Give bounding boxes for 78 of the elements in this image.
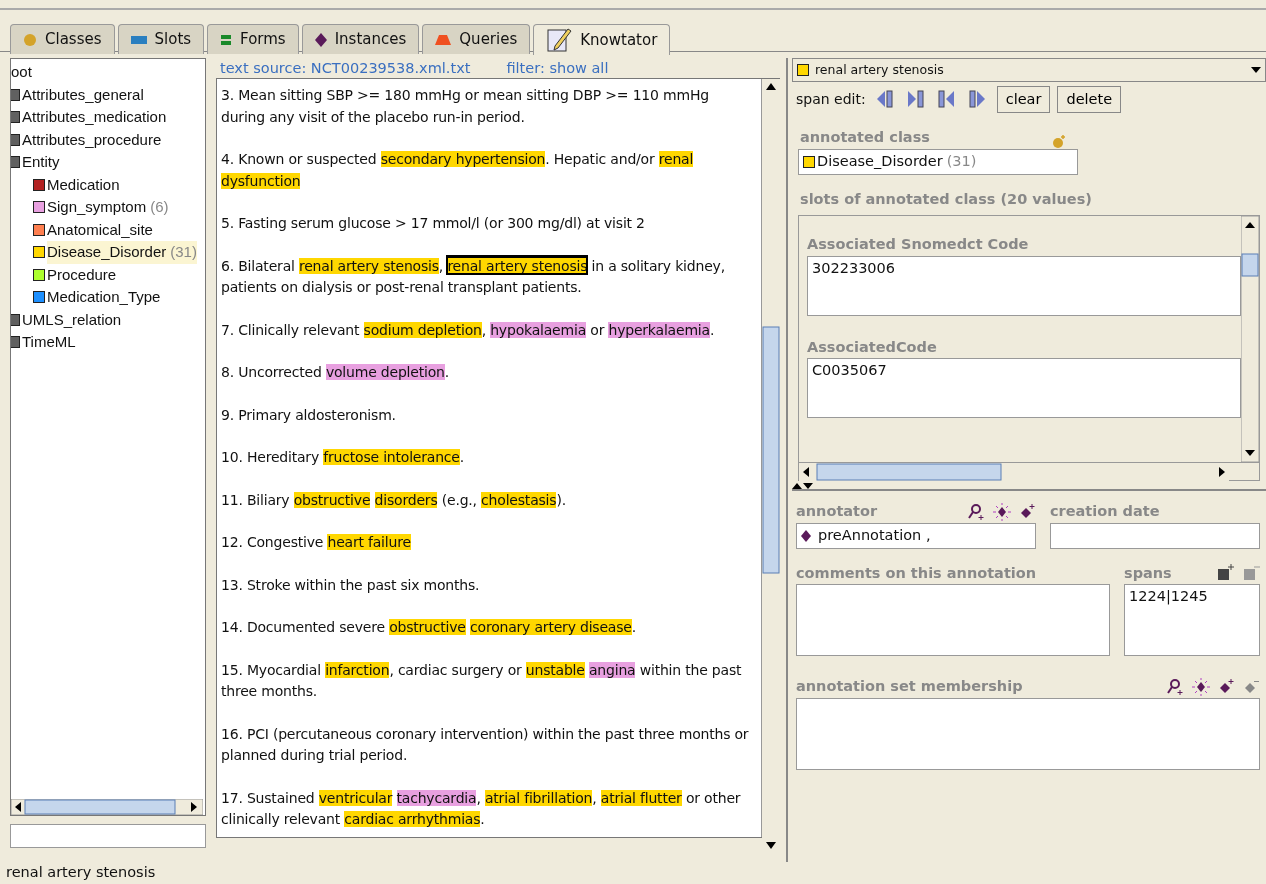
clear-button[interactable]: clear — [996, 85, 1051, 114]
document-paragraph: 16. PCI (percutaneous coronary intervention) within the past three months or planned during trial period. — [221, 724, 750, 765]
sparkle-icon[interactable] — [1192, 678, 1210, 697]
document-paragraph: 3. Mean sitting SBP >= 180 mmHg or mean sitting DBP >= 110 mmHg during any visit of the placebo run-in period. — [221, 86, 710, 127]
membership-field[interactable] — [796, 698, 1260, 770]
rectangle-icon — [130, 34, 147, 45]
field-label: comments on this annotation — [796, 563, 1038, 583]
tree-item[interactable]: Anatomical_site — [47, 218, 153, 241]
tab[interactable]: Knowtator — [533, 24, 671, 55]
shrink-right-icon[interactable] — [968, 89, 987, 110]
tree-item[interactable]: Medication — [47, 173, 120, 196]
tree-item[interactable]: Entity — [22, 151, 60, 174]
span-edit-label: span edit: — [796, 89, 866, 109]
tree-item[interactable]: Attributes_medication — [22, 106, 167, 129]
document-paragraph: 12. Congestive heart failure — [221, 533, 412, 552]
tree-item[interactable]: oot — [11, 61, 32, 84]
slot-label: Associated Snomedct Code — [807, 234, 1030, 254]
tree-item[interactable]: Procedure — [47, 263, 117, 286]
status-text: renal artery stenosis — [6, 864, 156, 880]
document-paragraph: 13. Stroke within the past six months. — [221, 575, 481, 595]
document-paragraph: 9. Primary aldosteronism. — [221, 405, 397, 425]
document-paragraph: 5. Fasting serum glucose > 17 mmol/l (or 300 mg/dl) at visit 2 — [221, 214, 646, 233]
document-paragraph: 15. Myocardial infarction, cardiac surgery or unstable angina within the past three months. — [221, 660, 743, 701]
field-label: slots of annotated class (20 values) — [799, 190, 1093, 209]
field-label: annotator — [796, 501, 879, 521]
document-paragraph: 8. Uncorrected volume depletion. — [221, 363, 450, 382]
annotated-class-field[interactable]: Disease_Disorder (31) — [798, 149, 1078, 175]
spans-field[interactable]: 1224|1245 — [1124, 584, 1260, 657]
splitter-arrows-icon[interactable] — [792, 480, 814, 489]
document-paragraph: 6. Bilateral renal artery stenosis, renal artery stenosis in a solitary kidney, patients on dialysis or post-renal transplant patients. — [221, 255, 726, 297]
slot-value-field[interactable]: C0035067 — [807, 358, 1241, 419]
search-field[interactable] — [10, 824, 206, 848]
text-source-label: text source: NCT00239538.xml.txt — [220, 59, 471, 78]
tab[interactable]: Queries — [422, 24, 531, 54]
comments-field[interactable] — [796, 584, 1110, 657]
tab[interactable]: Instances — [301, 24, 420, 54]
diamond-icon — [801, 529, 811, 542]
tree-item[interactable]: TimeML — [22, 331, 76, 354]
document-paragraph: 7. Clinically relevant sodium depletion, hypokalaemia or hyperkalaemia. — [221, 320, 716, 340]
date-field[interactable] — [1050, 522, 1260, 549]
annotation-dropdown[interactable]: renal artery stenosis — [792, 58, 1266, 82]
add-span-icon[interactable] — [1216, 564, 1234, 583]
class-name: Disease_Disorder (31) — [817, 152, 977, 172]
tree-item[interactable]: Attributes_procedure — [22, 128, 162, 151]
sparkle-icon[interactable] — [993, 502, 1011, 521]
document-paragraph: 10. Hereditary fructose intolerance. — [221, 448, 466, 467]
circle-icon — [23, 32, 37, 47]
slot-label: AssociatedCode — [807, 337, 938, 357]
trapezoid-icon — [435, 33, 452, 46]
search-icon[interactable] — [1167, 678, 1185, 697]
tree-item[interactable]: Attributes_general — [22, 83, 144, 106]
document-paragraph: 11. Biliary obstructive disorders (e.g., cholestasis). — [221, 490, 567, 510]
document-paragraph: 4. Known or suspected secondary hypertension. Hepatic and/or renal dysfunction — [221, 150, 695, 191]
remove-span-icon[interactable] — [1242, 564, 1260, 583]
tree-item[interactable]: Sign_symptom (6) — [47, 196, 169, 219]
field-label: spans — [1124, 563, 1173, 583]
grow-left-icon[interactable] — [937, 89, 956, 110]
document-paragraph: 14. Documented severe obstructive coronary artery disease. — [221, 618, 637, 637]
tree-item[interactable]: UMLS_relation — [22, 308, 122, 331]
tab[interactable]: Classes — [10, 24, 115, 54]
tab[interactable]: Forms — [207, 24, 299, 54]
diamond-icon — [314, 32, 327, 47]
search-icon[interactable] — [968, 502, 986, 521]
annotator-field[interactable]: preAnnotation , — [796, 522, 1036, 549]
tab[interactable]: Slots — [117, 24, 205, 54]
grow-right-icon[interactable] — [906, 89, 925, 110]
field-label: annotation set membership — [796, 677, 1024, 697]
notepad-pencil-icon — [546, 27, 573, 53]
tree-item[interactable]: Disease_Disorder (31) — [47, 241, 197, 264]
filter-link[interactable]: filter: show all — [506, 58, 609, 78]
equals-icon — [220, 33, 233, 46]
caret-icon — [1251, 67, 1261, 73]
tree-item[interactable]: Medication_Type — [47, 286, 161, 309]
shrink-left-icon[interactable] — [875, 89, 894, 110]
slot-value-field[interactable]: 302233006 — [807, 255, 1241, 316]
field-label: creation date — [1050, 501, 1161, 521]
field-label: annotated class — [800, 128, 931, 148]
delete-button[interactable]: delete — [1057, 85, 1122, 114]
